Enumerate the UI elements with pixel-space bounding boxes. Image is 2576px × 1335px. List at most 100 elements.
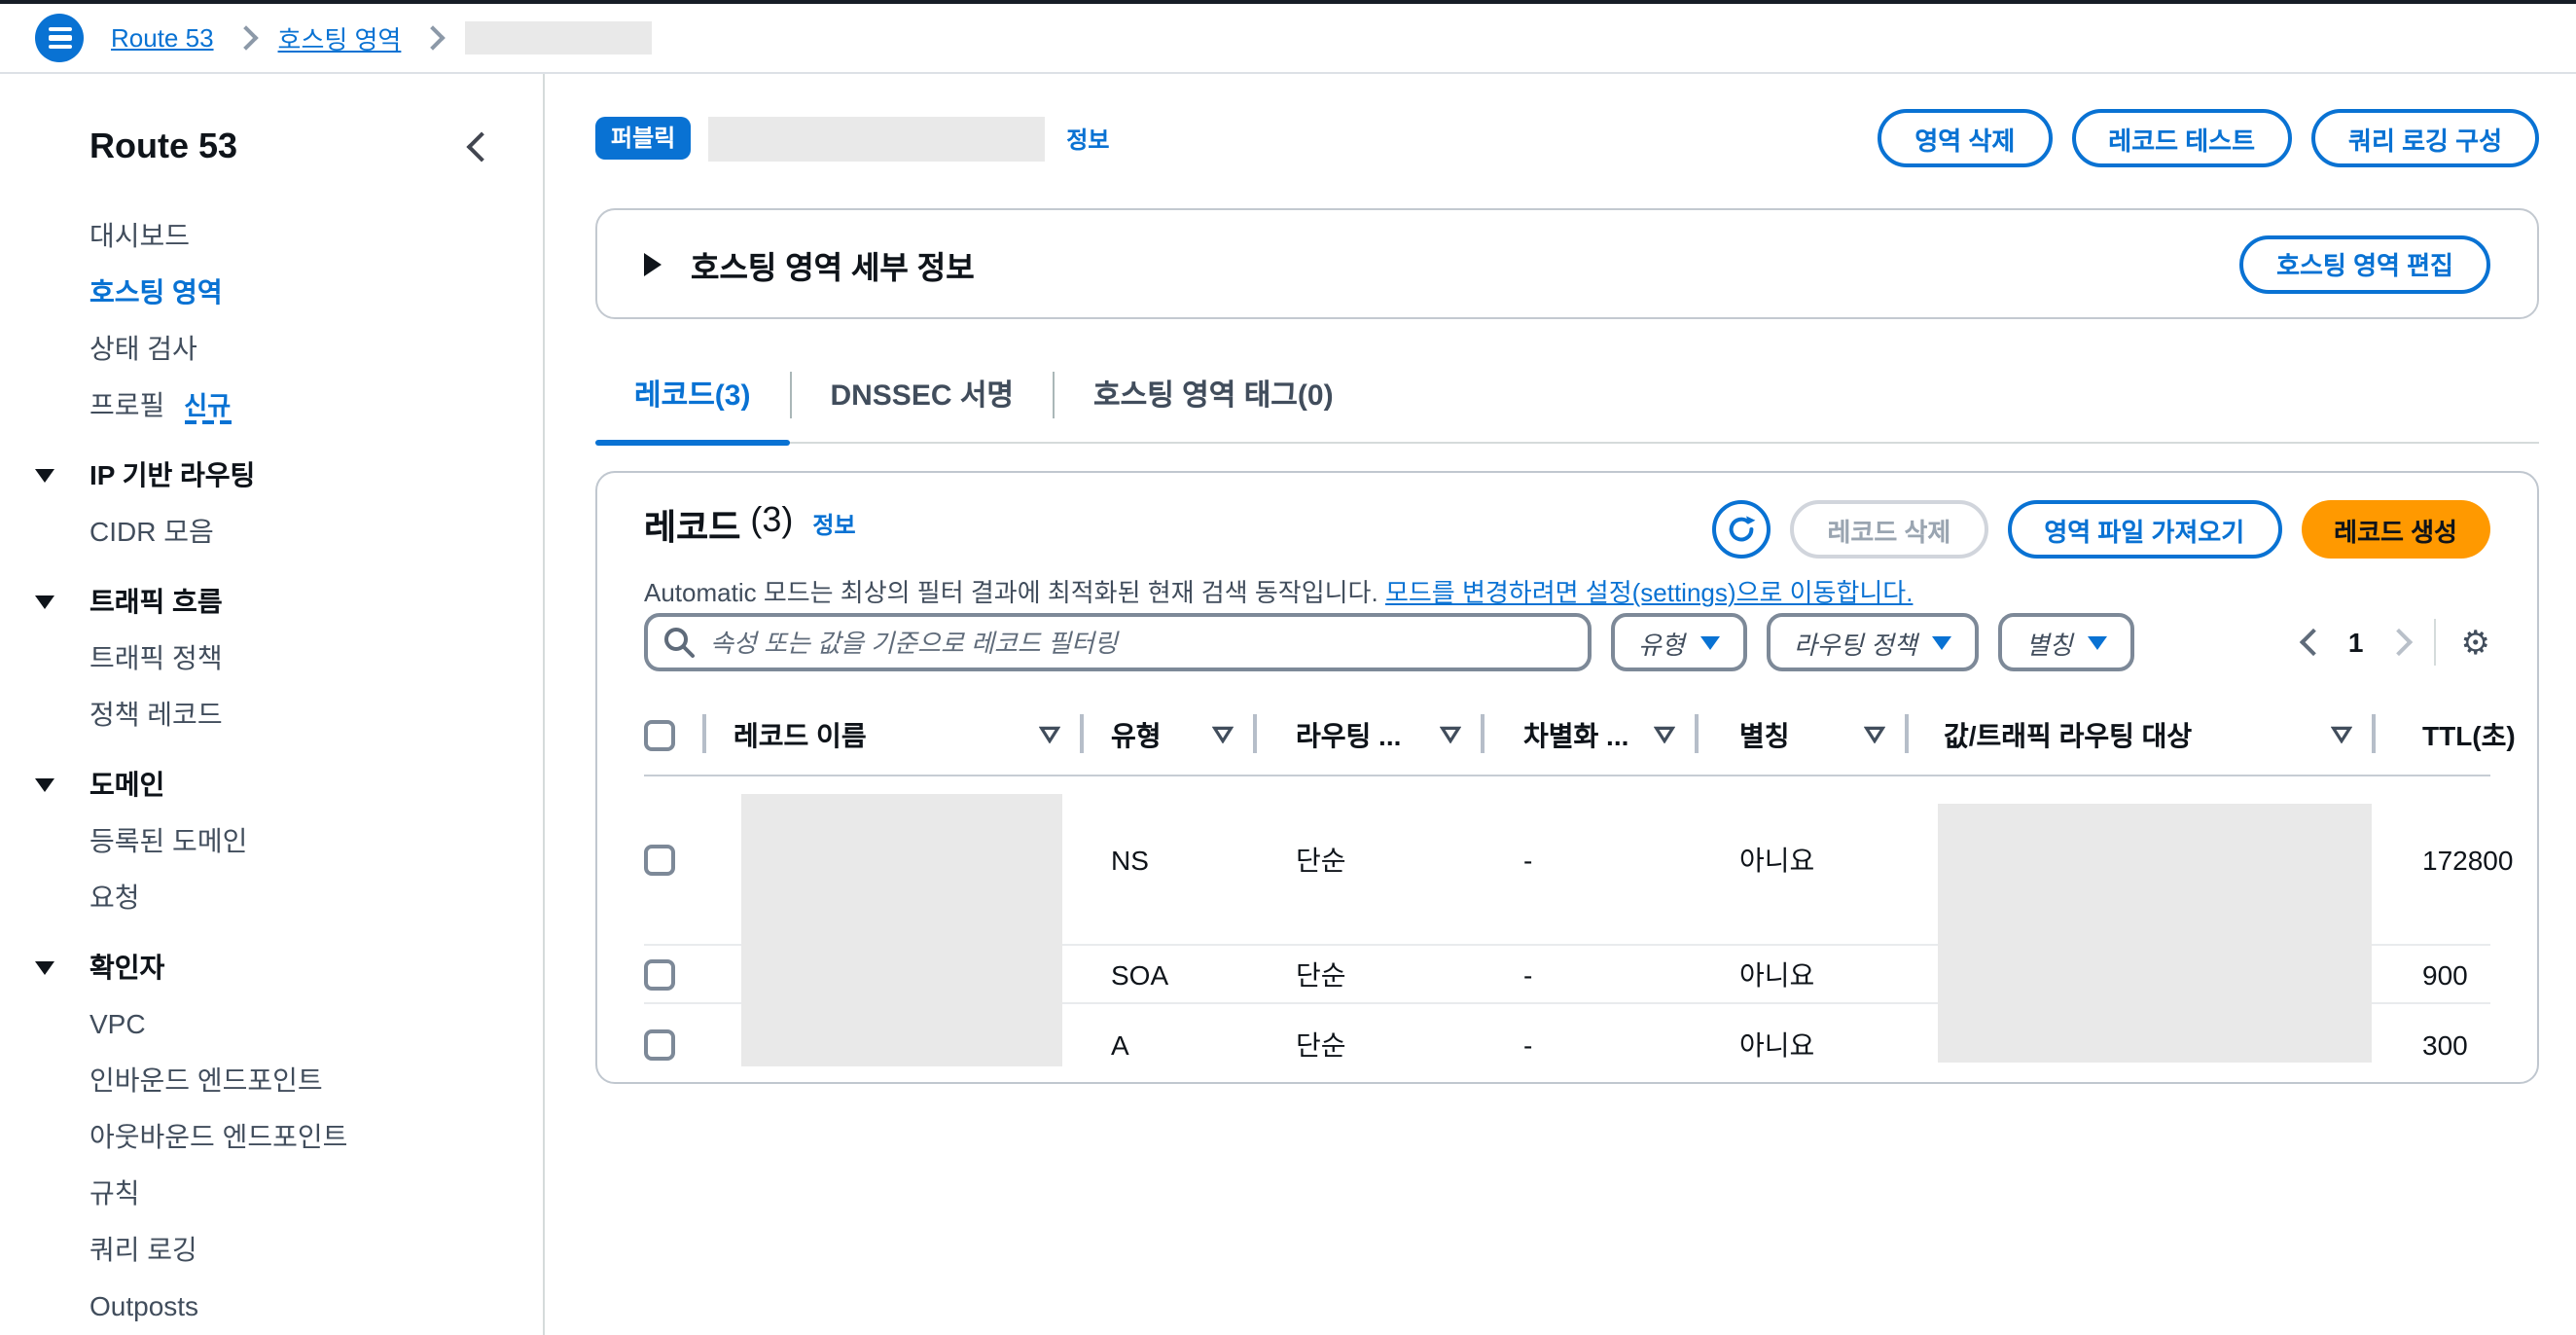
sidebar-item-health-checks[interactable]: 상태 검사 bbox=[89, 329, 543, 368]
caret-down-icon bbox=[31, 777, 58, 791]
alias-filter-dropdown[interactable]: 별칭 bbox=[1999, 613, 2135, 671]
sidebar-section-resolver[interactable]: 확인자 bbox=[31, 948, 543, 987]
import-zone-file-button[interactable]: 영역 파일 가져오기 bbox=[2007, 500, 2281, 559]
refresh-button[interactable] bbox=[1713, 500, 1771, 559]
sidebar-item-cidr-collections[interactable]: CIDR 모음 bbox=[89, 512, 543, 551]
sidebar-item-query-logging[interactable]: 쿼리 로깅 bbox=[89, 1230, 543, 1269]
tab-dnssec-signing[interactable]: DNSSEC 서명 bbox=[791, 346, 1053, 442]
search-icon bbox=[662, 625, 697, 660]
tab-records[interactable]: 레코드(3) bbox=[595, 346, 789, 442]
cell-ttl: 300 bbox=[2376, 1029, 2490, 1061]
record-filter-input[interactable] bbox=[644, 613, 1592, 671]
sort-icon[interactable] bbox=[1654, 726, 1675, 743]
row-checkbox[interactable] bbox=[644, 1029, 675, 1061]
visibility-badge: 퍼블릭 bbox=[595, 117, 691, 160]
record-names-redacted bbox=[741, 794, 1062, 1066]
sidebar-section-label: 확인자 bbox=[89, 948, 164, 987]
next-page-icon[interactable] bbox=[2384, 629, 2412, 656]
type-filter-label: 유형 bbox=[1638, 624, 1685, 661]
sidebar-section-label: IP 기반 라우팅 bbox=[89, 455, 255, 494]
row-checkbox[interactable] bbox=[644, 958, 675, 990]
sidebar-item-dashboard[interactable]: 대시보드 bbox=[89, 216, 543, 255]
sidebar-item-profiles[interactable]: 프로필신규 bbox=[89, 385, 543, 424]
menu-icon[interactable] bbox=[35, 14, 84, 62]
breadcrumb-route53[interactable]: Route 53 bbox=[111, 23, 214, 53]
column-label: 레코드 이름 bbox=[733, 715, 867, 754]
breadcrumb-hosted-zones[interactable]: 호스팅 영역 bbox=[278, 19, 402, 56]
sidebar-item-inbound-endpoints[interactable]: 인바운드 엔드포인트 bbox=[89, 1061, 543, 1100]
cell-differentiator: - bbox=[1485, 958, 1699, 990]
sidebar-item-outbound-endpoints[interactable]: 아웃바운드 엔드포인트 bbox=[89, 1117, 543, 1156]
sort-icon[interactable] bbox=[1440, 726, 1461, 743]
zone-name-redacted bbox=[708, 116, 1045, 161]
sidebar-nav-list: 대시보드 호스팅 영역 상태 검사 프로필신규 IP 기반 라우팅 CIDR 모… bbox=[0, 216, 543, 1325]
column-label: 별칭 bbox=[1739, 715, 1790, 754]
sidebar-item-outposts[interactable]: Outposts bbox=[89, 1286, 543, 1325]
sidebar-item-hosted-zones[interactable]: 호스팅 영역 bbox=[89, 272, 543, 311]
create-record-button[interactable]: 레코드 생성 bbox=[2301, 500, 2490, 559]
routing-policy-filter-dropdown[interactable]: 라우팅 정책 bbox=[1767, 613, 1980, 671]
page-number[interactable]: 1 bbox=[2348, 627, 2364, 658]
edit-hosted-zone-button[interactable]: 호스팅 영역 편집 bbox=[2239, 235, 2490, 293]
cell-differentiator: - bbox=[1485, 1029, 1699, 1061]
test-record-button[interactable]: 레코드 테스트 bbox=[2071, 109, 2292, 167]
sort-icon[interactable] bbox=[2331, 726, 2352, 743]
expand-caret-icon[interactable] bbox=[644, 252, 662, 275]
sidebar-section-domains[interactable]: 도메인 bbox=[31, 765, 543, 804]
sidebar-item-policy-records[interactable]: 정책 레코드 bbox=[89, 695, 543, 734]
tab-hosted-zone-tags[interactable]: 호스팅 영역 태그(0) bbox=[1055, 346, 1373, 442]
delete-record-button[interactable]: 레코드 삭제 bbox=[1791, 500, 1988, 559]
change-mode-settings-link[interactable]: 모드를 변경하려면 설정(settings)으로 이동합니다. bbox=[1385, 578, 1913, 607]
sidebar-section-label: 트래픽 흐름 bbox=[89, 582, 223, 621]
sidebar-collapse-icon[interactable] bbox=[466, 131, 496, 162]
info-link[interactable]: 정보 bbox=[812, 508, 855, 541]
column-header-differentiator[interactable]: 차별화 ... bbox=[1485, 695, 1699, 775]
breadcrumb-chevron-icon bbox=[421, 25, 446, 50]
cell-routing: 단순 bbox=[1257, 840, 1485, 879]
records-title: 레코드 bbox=[644, 500, 740, 551]
sidebar-item-rules[interactable]: 규칙 bbox=[89, 1173, 543, 1212]
sidebar-item-registered-domains[interactable]: 등록된 도메인 bbox=[89, 821, 543, 860]
caret-down-icon bbox=[1700, 635, 1720, 649]
info-link[interactable]: 정보 bbox=[1066, 122, 1109, 155]
sidebar-item-vpc[interactable]: VPC bbox=[89, 1004, 543, 1043]
records-actions: 레코드 삭제 영역 파일 가져오기 레코드 생성 bbox=[1713, 500, 2491, 559]
cell-routing: 단순 bbox=[1257, 955, 1485, 993]
cell-routing: 단순 bbox=[1257, 1026, 1485, 1064]
records-description: Automatic 모드는 최상의 필터 결과에 최적화된 현재 검색 동작입니… bbox=[644, 572, 1913, 609]
column-header-record-name[interactable]: 레코드 이름 bbox=[706, 695, 1084, 775]
sort-icon[interactable] bbox=[1864, 726, 1885, 743]
sidebar-title: Route 53 bbox=[89, 126, 237, 167]
page-actions: 영역 삭제 레코드 테스트 쿼리 로깅 구성 bbox=[1878, 109, 2539, 167]
records-card: 레코드 (3) 정보 레코드 삭제 영역 파일 가져오기 레코드 생성 bbox=[595, 471, 2539, 1084]
settings-gear-icon[interactable]: ⚙ bbox=[2461, 626, 2491, 659]
cell-alias: 아니요 bbox=[1699, 1026, 1909, 1064]
refresh-icon bbox=[1727, 514, 1758, 545]
type-filter-dropdown[interactable]: 유형 bbox=[1611, 613, 1747, 671]
route53-console-page: Route 53 호스팅 영역 Route 53 대시보드 호스팅 영역 상태 … bbox=[0, 0, 2576, 1335]
alias-filter-label: 별칭 bbox=[2026, 624, 2073, 661]
sidebar-section-ip-based-routing[interactable]: IP 기반 라우팅 bbox=[31, 455, 543, 494]
column-header-type[interactable]: 유형 bbox=[1084, 695, 1257, 775]
previous-page-icon[interactable] bbox=[2300, 629, 2327, 656]
cell-ttl: 172800 bbox=[2376, 844, 2513, 875]
cell-ttl: 900 bbox=[2376, 958, 2490, 990]
configure-query-logging-button[interactable]: 쿼리 로깅 구성 bbox=[2311, 109, 2539, 167]
column-header-routing-policy[interactable]: 라우팅 ... bbox=[1257, 695, 1485, 775]
new-badge-link[interactable]: 신규 bbox=[184, 391, 231, 424]
column-header-alias[interactable]: 별칭 bbox=[1699, 695, 1909, 775]
sidebar-item-traffic-policies[interactable]: 트래픽 정책 bbox=[89, 638, 543, 677]
caret-down-icon bbox=[1933, 635, 1952, 649]
column-header-value[interactable]: 값/트래픽 라우팅 대상 bbox=[1909, 695, 2376, 775]
breadcrumb: Route 53 호스팅 영역 bbox=[111, 19, 652, 56]
row-checkbox[interactable] bbox=[644, 844, 675, 875]
sort-icon[interactable] bbox=[1212, 726, 1234, 743]
details-panel-title: 호스팅 영역 세부 정보 bbox=[691, 240, 975, 287]
sidebar-item-requests[interactable]: 요청 bbox=[89, 878, 543, 917]
column-header-ttl[interactable]: TTL(초) bbox=[2376, 695, 2516, 775]
sort-icon[interactable] bbox=[1039, 726, 1060, 743]
delete-zone-button[interactable]: 영역 삭제 bbox=[1878, 109, 2052, 167]
pagination: 1 ⚙ bbox=[2304, 619, 2490, 666]
select-all-checkbox[interactable] bbox=[644, 719, 675, 750]
sidebar-section-traffic-flow[interactable]: 트래픽 흐름 bbox=[31, 582, 543, 621]
